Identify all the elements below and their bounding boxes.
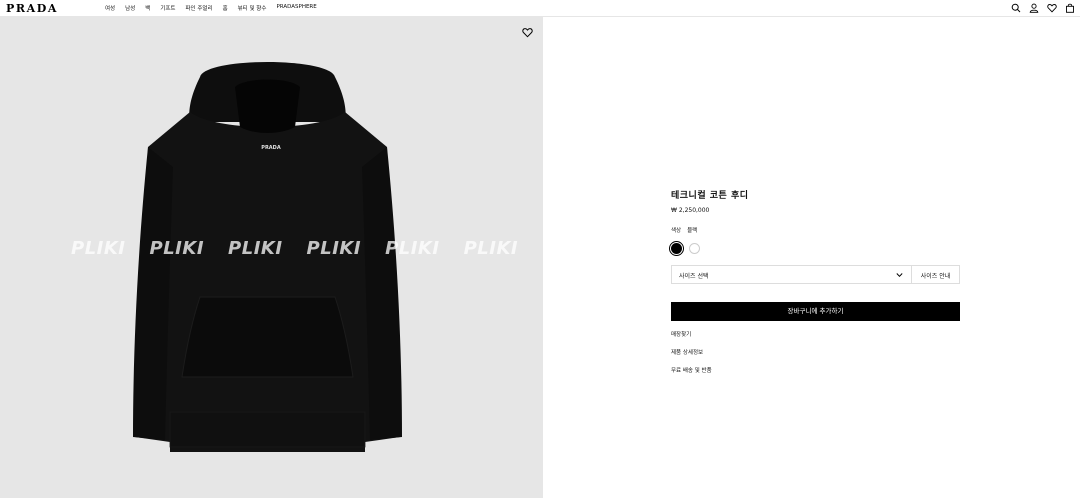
wishlist-icon[interactable] [1047, 3, 1057, 13]
color-value: 블랙 [687, 228, 698, 234]
add-to-cart-button[interactable]: 장바구니에 추가하기 [671, 302, 960, 321]
color-swatches [671, 243, 960, 254]
product-details-link[interactable]: 제품 상세정보 [671, 348, 712, 356]
color-label: 색상 [671, 228, 682, 234]
garment-logo-label: PRADA [261, 145, 281, 151]
color-row: 색상 블랙 [671, 226, 960, 234]
nav-item-beauty[interactable]: 뷰티 및 향수 [238, 4, 267, 12]
cart-icon[interactable] [1065, 3, 1075, 13]
account-icon[interactable] [1029, 3, 1039, 13]
watermark-text: PLIKI [71, 238, 126, 259]
nav-item-bags[interactable]: 백 [145, 4, 150, 12]
watermark-text: PLIKI [306, 238, 362, 259]
size-select-label: 사이즈 선택 [679, 273, 709, 280]
size-row: 사이즈 선택 사이즈 안내 [671, 265, 960, 284]
wishlist-heart-icon[interactable] [522, 27, 533, 38]
product-title: 테크니컬 코튼 후디 [671, 191, 749, 201]
header-icons [1011, 3, 1075, 13]
swatch-black[interactable] [671, 243, 682, 254]
nav-item-men[interactable]: 남성 [125, 4, 135, 12]
shipping-returns-link[interactable]: 무료 배송 및 반품 [671, 366, 712, 374]
watermark-text: PLIKI [385, 238, 440, 259]
nav-item-women[interactable]: 여성 [105, 4, 115, 12]
watermark-text: PLIKI [149, 238, 205, 259]
product-image: PRADA PLIKI PLIKI PLIKI PLIKI PLIKI PLIK… [0, 17, 543, 498]
size-guide-link[interactable]: 사이즈 안내 [912, 266, 959, 283]
brand-logo[interactable]: PRADA [6, 2, 58, 15]
watermark-text: PLIKI [228, 238, 283, 259]
watermark-text: PLIKI [463, 238, 519, 259]
nav-item-home[interactable]: 홈 [223, 4, 228, 12]
product-links: 매장찾기 제품 상세정보 무료 배송 및 반품 [671, 330, 712, 384]
main-nav: 여성 남성 백 기프트 파인 주얼리 홈 뷰티 및 향수 PRADASPHERE [105, 4, 317, 12]
product-price: ₩ 2,250,000 [671, 207, 710, 214]
search-icon[interactable] [1011, 3, 1021, 13]
product-info: 테크니컬 코튼 후디 ₩ 2,250,000 색상 블랙 사이즈 선택 사이즈 … [671, 188, 960, 374]
nav-item-pradasphere[interactable]: PRADASPHERE [276, 4, 316, 12]
watermark: PLIKI PLIKI PLIKI PLIKI PLIKI PLIKI [71, 238, 518, 259]
size-select[interactable]: 사이즈 선택 [672, 266, 912, 283]
chevron-down-icon [896, 273, 903, 278]
nav-item-gifts[interactable]: 기프트 [160, 4, 175, 12]
nav-item-fine-jewelry[interactable]: 파인 주얼리 [186, 4, 213, 12]
swatch-white[interactable] [689, 243, 700, 254]
store-finder-link[interactable]: 매장찾기 [671, 330, 712, 338]
top-navigation-bar: PRADA 여성 남성 백 기프트 파인 주얼리 홈 뷰티 및 향수 PRADA… [0, 0, 1080, 17]
